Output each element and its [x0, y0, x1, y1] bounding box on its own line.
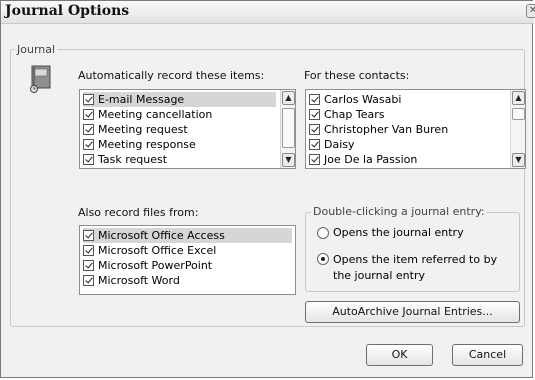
list-item[interactable]: Meeting request	[83, 122, 188, 137]
auto-record-label: Automatically record these items:	[78, 69, 265, 82]
list-item[interactable]: Joe De la Passion	[309, 152, 417, 167]
double-click-legend: Double-clicking a journal entry:	[311, 205, 487, 218]
auto-record-scrollbar[interactable]: ▲ ▼	[280, 90, 295, 168]
contacts-list[interactable]: Carlos Wasabi Chap Tears Christopher Van…	[305, 89, 526, 169]
checkbox[interactable]	[83, 230, 94, 241]
list-item[interactable]: Microsoft Office Excel	[83, 243, 216, 258]
radio-opens-journal-entry[interactable]: Opens the journal entry	[317, 226, 464, 239]
dialog-title: Journal Options	[5, 3, 130, 19]
checkbox[interactable]	[83, 275, 94, 286]
scroll-thumb[interactable]	[282, 108, 295, 148]
checkbox[interactable]	[309, 139, 320, 150]
radio-opens-referred-item[interactable]: Opens the item referred to by the journal…	[317, 252, 497, 284]
radio-button-selected[interactable]	[317, 253, 329, 265]
checkbox[interactable]	[83, 260, 94, 271]
scroll-down-icon[interactable]: ▼	[512, 153, 525, 167]
checkbox[interactable]	[83, 139, 94, 150]
list-item[interactable]: Meeting response	[83, 137, 196, 152]
files-list[interactable]: Microsoft Office Access Microsoft Office…	[79, 225, 296, 295]
close-icon[interactable]: ✕	[526, 4, 535, 18]
checkbox[interactable]	[309, 109, 320, 120]
radio-button[interactable]	[317, 227, 329, 239]
checkbox[interactable]	[83, 94, 94, 105]
auto-record-list[interactable]: E-mail Message Meeting cancellation Meet…	[79, 89, 296, 169]
checkbox[interactable]	[309, 124, 320, 135]
cancel-button[interactable]: Cancel	[452, 344, 523, 366]
checkbox[interactable]	[83, 245, 94, 256]
contacts-label: For these contacts:	[304, 69, 410, 82]
contacts-scrollbar[interactable]: ▲ ▼	[510, 90, 525, 168]
scroll-up-icon[interactable]: ▲	[512, 91, 525, 105]
journal-options-dialog: Journal Options ✕ Journal Automatically …	[0, 0, 535, 378]
checkbox[interactable]	[83, 109, 94, 120]
ok-button[interactable]: OK	[366, 344, 433, 366]
checkbox[interactable]	[83, 154, 94, 165]
scroll-down-icon[interactable]: ▼	[282, 153, 295, 167]
list-item[interactable]: Microsoft Word	[83, 273, 180, 288]
list-item[interactable]: Microsoft Office Access	[83, 228, 292, 243]
autoarchive-button[interactable]: AutoArchive Journal Entries...	[305, 301, 520, 323]
list-item[interactable]: Microsoft PowerPoint	[83, 258, 212, 273]
checkbox[interactable]	[83, 124, 94, 135]
files-label: Also record files from:	[78, 206, 199, 219]
list-item[interactable]: Christopher Van Buren	[309, 122, 448, 137]
scroll-thumb[interactable]	[512, 108, 525, 120]
list-item[interactable]: Carlos Wasabi	[309, 92, 401, 107]
list-item[interactable]: Meeting cancellation	[83, 107, 212, 122]
checkbox[interactable]	[309, 154, 320, 165]
list-item[interactable]: Daisy	[309, 137, 355, 152]
journal-group-legend: Journal	[15, 43, 58, 56]
journal-book-icon	[30, 65, 51, 93]
list-item[interactable]: Chap Tears	[309, 107, 384, 122]
checkbox[interactable]	[309, 94, 320, 105]
list-item[interactable]: E-mail Message	[83, 92, 276, 107]
scroll-up-icon[interactable]: ▲	[282, 91, 295, 105]
title-bar: Journal Options ✕	[1, 1, 535, 24]
list-item[interactable]: Task request	[83, 152, 167, 167]
